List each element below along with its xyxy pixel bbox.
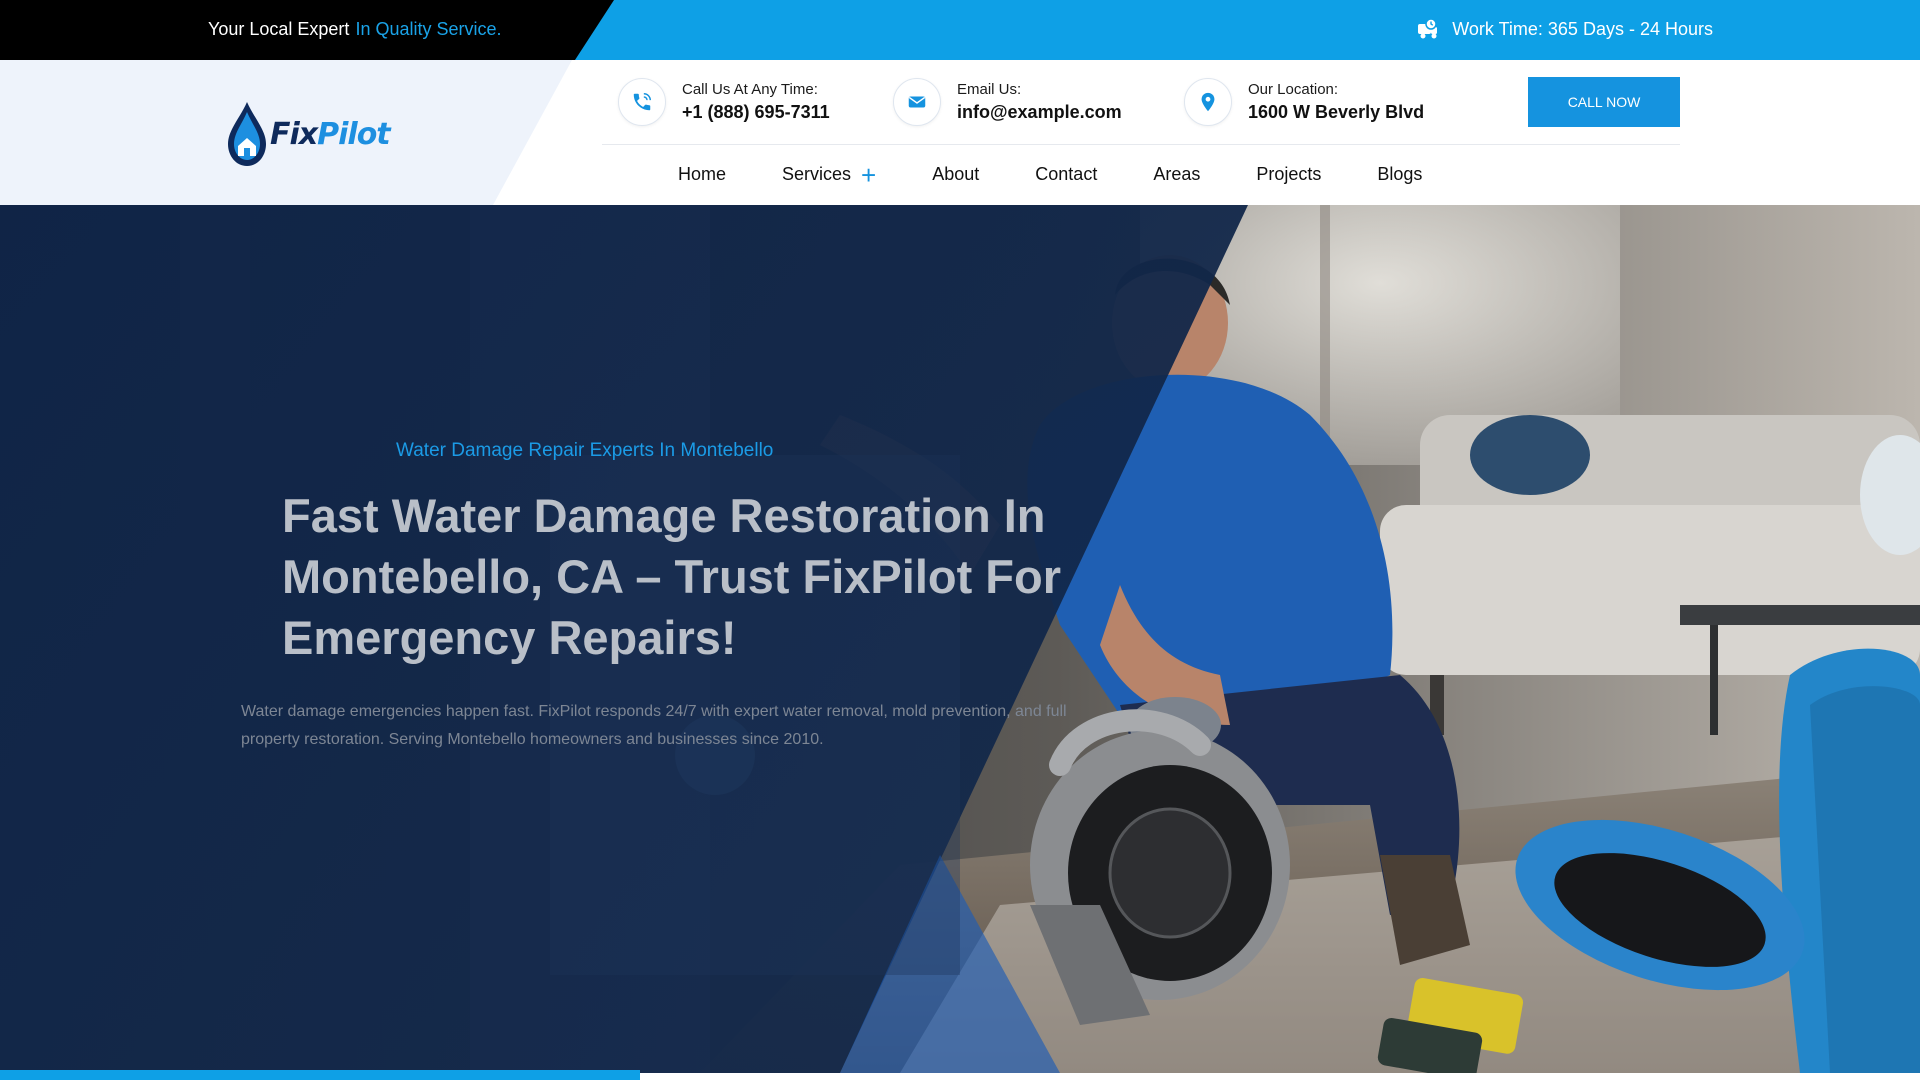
hero-description: Water damage emergencies happen fast. Fi… [241, 703, 1067, 748]
map-pin-icon [1201, 92, 1215, 112]
email-value[interactable]: info@example.com [957, 102, 1122, 123]
nav-item-home[interactable]: Home [678, 164, 726, 185]
brand-logo[interactable]: FixPilot [226, 100, 391, 168]
brand-name: FixPilot [270, 116, 391, 152]
contact-location[interactable]: Our Location: 1600 W Beverly Blvd [1184, 78, 1424, 126]
work-time: Work Time: 365 Days - 24 Hours [1416, 18, 1713, 40]
envelope-icon [908, 96, 926, 108]
site-header: FixPilot Call Us At Any Time: +1 (888) 6… [0, 60, 1920, 205]
nav-item-areas[interactable]: Areas [1153, 164, 1200, 185]
nav-item-contact[interactable]: Contact [1035, 164, 1097, 185]
nav-item-about[interactable]: About [932, 164, 979, 185]
bottom-accent-bar [0, 1070, 640, 1080]
email-label: Email Us: [957, 81, 1022, 98]
nav-item-blogs[interactable]: Blogs [1377, 164, 1422, 185]
nav-item-services[interactable]: Services + [782, 162, 876, 188]
tagline: Your Local Expert In Quality Service. [208, 19, 502, 40]
call-now-button[interactable]: CALL NOW [1528, 77, 1680, 127]
top-bar: Your Local Expert In Quality Service. Wor… [0, 0, 1920, 60]
phone-label: Call Us At Any Time: [682, 81, 818, 98]
nav-item-projects[interactable]: Projects [1256, 164, 1321, 185]
contact-phone[interactable]: Call Us At Any Time: +1 (888) 695-7311 [618, 78, 830, 126]
hero-subtitle: Water Damage Repair Experts In Montebell… [396, 440, 774, 461]
clock-truck-icon [1418, 18, 1438, 39]
header-divider [602, 144, 1680, 145]
main-nav: Home Services + About Contact Areas Proje… [678, 162, 1422, 188]
map-pin-icon-circle [1184, 78, 1232, 126]
phone-value[interactable]: +1 (888) 695-7311 [682, 102, 830, 123]
phone-icon [633, 93, 651, 111]
phone-icon-circle [618, 78, 666, 126]
tagline-text: Your Local Expert [208, 19, 350, 39]
location-value[interactable]: 1600 W Beverly Blvd [1248, 102, 1424, 123]
water-drop-house-icon [228, 102, 266, 166]
tagline-accent: In Quality Service. [355, 19, 502, 39]
contact-email[interactable]: Email Us: info@example.com [893, 78, 1122, 126]
envelope-icon-circle [893, 78, 941, 126]
hero-title: Fast Water Damage Restoration In Montebe… [282, 489, 1062, 664]
location-label: Our Location: [1248, 81, 1339, 98]
hero-section: Water Damage Repair Experts In Montebell… [0, 205, 1920, 1073]
plus-icon[interactable]: + [861, 162, 876, 188]
work-time-text: Work Time: 365 Days - 24 Hours [1452, 18, 1713, 39]
